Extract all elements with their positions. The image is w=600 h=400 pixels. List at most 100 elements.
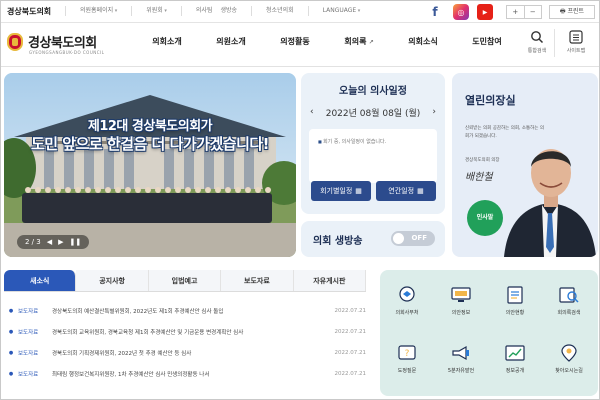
quick-item-provincial-question[interactable]: ? 도정질문 <box>380 334 434 386</box>
bullet-icon: ● <box>8 349 14 356</box>
zoom-control: + − <box>506 5 542 19</box>
search-icon <box>531 31 544 44</box>
news-row[interactable]: ● 보도자료 경상북도의회 예산결산특별위원회, 2022년도 제1회 추경예산… <box>4 300 366 321</box>
news-date: 2022.07.21 <box>334 370 367 377</box>
banner-caption-line1: 제12대 경상북도의회가 <box>87 119 213 134</box>
utility-link-agenda-team[interactable]: 의사팀 <box>180 6 217 16</box>
main-nav: 의회소개 의원소개 의정활동 회의록 의회소식 도민참여 <box>135 36 519 47</box>
logo-subtitle: GYEONGSANGBUK-DO COUNCIL <box>29 50 105 55</box>
news-title[interactable]: 최태림 행정보건복지위원장, 1차 추경예산안 심사 민생의정활동 나서 <box>52 370 322 378</box>
utility-site-name[interactable]: 경상북도의회 <box>7 6 51 17</box>
speaker-portrait <box>504 149 596 257</box>
schedule-title: 오늘의 의사일정 <box>339 86 407 97</box>
utility-link-live[interactable]: 생방송 <box>216 6 251 16</box>
banner-prev-icon[interactable]: ◀ <box>47 238 52 246</box>
utility-links: 의원홈페이지 위원회 의사팀 생방송 청소년의회 LANGUAGE <box>65 6 374 16</box>
zoom-in-button[interactable]: + <box>507 6 524 18</box>
schedule-empty-message: 회기 중, 의사일정이 없습니다. <box>318 138 386 145</box>
utility-bar: 경상북도의회 의원홈페이지 위원회 의사팀 생방송 청소년의회 LANGUAGE… <box>1 1 599 23</box>
quick-item-minutes-search[interactable]: 회의록검색 <box>542 276 596 328</box>
calendar-icon: ▦ <box>417 187 424 195</box>
header-divider <box>554 29 555 57</box>
banner-caption-line2: 도민 앞으로 한걸음 더 다가가겠습니다! <box>30 135 270 153</box>
news-title[interactable]: 경북도의회 교육위원회, 경북교육청 제1회 추경예산안 및 기금운용 변경계획… <box>52 328 322 336</box>
quick-item-five-minute-speech[interactable]: 5분자유발언 <box>434 334 488 386</box>
tab-notices[interactable]: 공지사항 <box>76 270 149 291</box>
news-date: 2022.07.21 <box>334 328 367 335</box>
news-row[interactable]: ● 보도자료 경북도의회 기획경제위원회, 2022년 첫 추경 예산안 등 심… <box>4 342 366 363</box>
news-date: 2022.07.21 <box>334 349 367 356</box>
quick-item-bill-info[interactable]: 의안정보 <box>434 276 488 328</box>
session-schedule-button[interactable]: 회기별일정 ▦ <box>311 181 371 201</box>
monitor-icon <box>451 287 471 302</box>
news-board: 새소식 공지사항 입법예고 보도자료 자유게시판 ● 보도자료 경상북도의회 예… <box>4 270 367 396</box>
banner-pause-icon[interactable]: ❚❚ <box>70 238 82 246</box>
instagram-icon[interactable]: ◎ <box>453 4 469 20</box>
quick-item-label: 정보공개 <box>505 368 525 374</box>
nav-item-minutes[interactable]: 회의록 <box>327 36 391 47</box>
tab-free-board[interactable]: 자유게시판 <box>293 270 367 291</box>
annual-schedule-button[interactable]: 연간일정 ▦ <box>376 181 436 201</box>
session-schedule-label: 회기별일정 <box>320 187 353 195</box>
nav-item-about[interactable]: 의회소개 <box>135 36 199 47</box>
secretariat-icon <box>399 286 415 302</box>
tab-legislative-notice[interactable]: 입법예고 <box>148 270 222 291</box>
facebook-icon[interactable]: f <box>427 4 443 20</box>
schedule-date: 2022년 08월 08일 (월) <box>325 108 421 119</box>
quick-item-info-disclosure[interactable]: 정보공개 <box>488 334 542 386</box>
utility-link-member-homepage[interactable]: 의원홈페이지 <box>65 6 131 16</box>
utility-link-committee[interactable]: 위원회 <box>131 6 181 16</box>
quick-item-label: 의안정보 <box>451 310 471 316</box>
banner-pager: 2 / 3 ◀ ▶ ❚❚ <box>17 235 90 249</box>
schedule-prev-day-icon[interactable]: ‹ <box>310 107 314 117</box>
bullet-icon: ● <box>8 307 14 314</box>
quick-menu-panel: 의회사무처 의안정보 의안현황 회의록검색 ? 도정질문 5분자유발언 정보공개 <box>380 270 598 396</box>
megaphone-icon <box>452 345 469 361</box>
chart-icon <box>505 345 525 361</box>
document-icon <box>507 286 523 304</box>
live-broadcast-label: 의회 생방송 <box>313 236 363 247</box>
nav-item-activities[interactable]: 의정활동 <box>263 36 327 47</box>
search-button[interactable]: 통합검색 <box>523 30 551 54</box>
news-title[interactable]: 경북도의회 기획경제위원회, 2022년 첫 추경 예산안 등 심사 <box>52 349 322 357</box>
schedule-next-day-icon[interactable]: › <box>432 107 436 117</box>
speaker-office-panel: 열린의장실 신뢰받는 의회 공감하는 의회, 소통하는 의회가 되겠습니다. 경… <box>452 73 598 257</box>
main-visual-banner[interactable]: 제12대 경상북도의회가 도민 앞으로 한걸음 더 다가가겠습니다! 2 / 3… <box>4 73 296 257</box>
tab-new-news[interactable]: 새소식 <box>4 270 77 291</box>
banner-page-indicator: 2 / 3 <box>25 238 41 246</box>
quick-item-secretariat[interactable]: 의회사무처 <box>380 276 434 328</box>
utility-link-youth-council[interactable]: 청소년의회 <box>251 6 308 16</box>
search-label: 통합검색 <box>527 48 547 54</box>
news-row[interactable]: ● 보도자료 최태림 행정보건복지위원장, 1차 추경예산안 심사 민생의정활동… <box>4 363 366 384</box>
council-emblem-icon[interactable] <box>7 33 23 51</box>
youtube-icon[interactable]: ▶ <box>477 4 493 20</box>
live-status-toggle[interactable]: OFF <box>391 231 435 246</box>
quick-item-directions[interactable]: 찾아오시는길 <box>542 334 596 386</box>
annual-schedule-label: 연간일정 <box>388 187 415 195</box>
zoom-out-button[interactable]: − <box>523 6 542 18</box>
news-category: 보도자료 <box>18 350 39 357</box>
speaker-role: 경상북도의회 의장 <box>465 158 500 163</box>
tab-press-releases[interactable]: 보도자료 <box>221 270 294 291</box>
nav-item-participation[interactable]: 도민참여 <box>455 36 519 47</box>
news-tabs: 새소식 공지사항 입법예고 보도자료 자유게시판 <box>4 270 367 292</box>
sitemap-button[interactable]: 사이트맵 <box>562 30 590 54</box>
greeting-button[interactable]: 인사말 <box>467 200 503 236</box>
today-schedule-panel: 오늘의 의사일정 ‹ 2022년 08월 08일 (월) › 회기 중, 의사일… <box>301 73 445 214</box>
print-button[interactable]: 🖶 프린트 <box>549 5 595 19</box>
browser-page: 경상북도의회 의원홈페이지 위원회 의사팀 생방송 청소년의회 LANGUAGE… <box>0 0 600 400</box>
bullet-icon: ● <box>8 370 14 377</box>
quick-item-bill-status[interactable]: 의안현황 <box>488 276 542 328</box>
utility-link-language[interactable]: LANGUAGE <box>307 6 375 16</box>
print-label: 프린트 <box>567 8 585 15</box>
news-title[interactable]: 경상북도의회 예산결산특별위원회, 2022년도 제1회 추경예산안 심사 돌입 <box>52 307 322 315</box>
news-category: 보도자료 <box>18 308 39 315</box>
news-row[interactable]: ● 보도자료 경북도의회 교육위원회, 경북교육청 제1회 추경예산안 및 기금… <box>4 321 366 342</box>
nav-item-news[interactable]: 의회소식 <box>391 36 455 47</box>
header-bottom-border <box>1 66 599 67</box>
logo-title[interactable]: 경상북도의회 <box>28 32 97 51</box>
quick-item-label: 의회사무처 <box>395 310 419 316</box>
sitemap-icon <box>569 30 583 44</box>
nav-item-members[interactable]: 의원소개 <box>199 36 263 47</box>
banner-next-icon[interactable]: ▶ <box>58 238 63 246</box>
